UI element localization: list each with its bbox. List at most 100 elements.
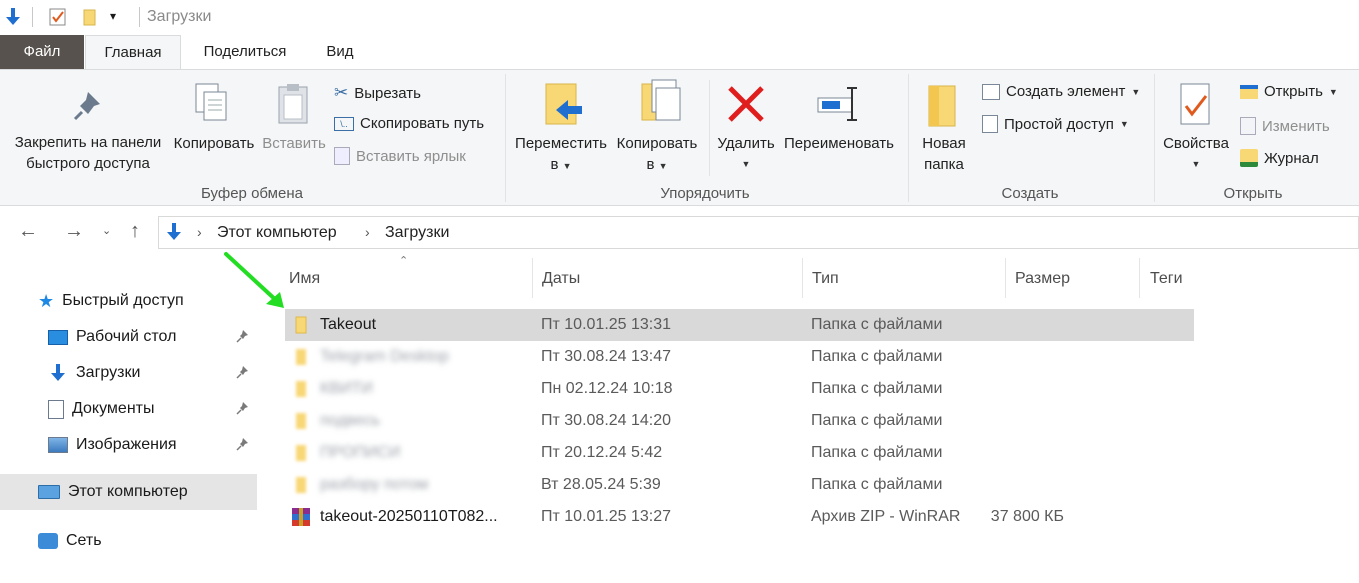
rename-button[interactable]: Переименовать	[780, 133, 898, 154]
cut-label: Вырезать	[354, 84, 421, 102]
nav-pictures[interactable]: Изображения	[48, 427, 258, 463]
edit-label: Изменить	[1262, 117, 1330, 135]
group-organize-label: Упорядочить	[660, 185, 750, 202]
ribbon-divider	[1154, 74, 1155, 202]
breadcrumb-this-pc[interactable]: Этот компьютер	[217, 224, 337, 242]
forward-arrow-icon[interactable]: →	[64, 220, 84, 243]
pin-icon[interactable]	[236, 365, 250, 379]
copy-button[interactable]: Копировать	[168, 133, 260, 154]
nav-desktop-label: Рабочий стол	[76, 328, 177, 345]
ribbon-divider	[908, 74, 909, 202]
back-arrow-icon[interactable]: ←	[18, 220, 38, 243]
new-folder-label-line2: папка	[924, 156, 964, 173]
move-to-label-word: в	[550, 156, 559, 173]
paste-shortcut-button[interactable]: Вставить ярлык	[334, 147, 466, 165]
tab-share[interactable]: Поделиться	[193, 35, 297, 69]
pin-icon[interactable]	[236, 437, 250, 451]
delete-label: Удалить	[717, 135, 775, 152]
column-header-size[interactable]: Размер	[1015, 270, 1070, 288]
nav-documents[interactable]: Документы	[48, 391, 258, 427]
file-name: подвесь	[320, 412, 381, 429]
file-type: Архив ZIP - WinRAR	[811, 508, 961, 525]
folder-icon	[296, 381, 306, 397]
folder-icon	[295, 316, 307, 334]
folder-icon	[296, 349, 306, 365]
properties-icon[interactable]	[48, 7, 68, 27]
chevron-down-icon: ▼	[1328, 86, 1338, 97]
column-header-type[interactable]: Тип	[812, 270, 839, 288]
file-row[interactable]: подвесь Пт 30.08.24 14:20 Папка с файлам…	[285, 405, 1194, 437]
paste-button[interactable]: Вставить	[260, 133, 328, 154]
new-item-icon	[982, 83, 1000, 100]
computer-icon	[38, 485, 60, 499]
pin-icon[interactable]	[236, 401, 250, 415]
properties-button[interactable]: Свойства ▼	[1158, 133, 1234, 175]
breadcrumb-separator-icon[interactable]: ›	[365, 224, 370, 240]
download-arrow-icon[interactable]	[4, 7, 22, 27]
tab-file[interactable]: Файл	[0, 35, 84, 69]
column-header-tags[interactable]: Теги	[1150, 270, 1183, 288]
file-row[interactable]: КВИТИ Пн 02.12.24 10:18 Папка с файлами	[285, 373, 1194, 405]
nav-this-pc[interactable]: Этот компьютер	[0, 474, 257, 510]
breadcrumb-downloads[interactable]: Загрузки	[385, 224, 449, 242]
delete-button[interactable]: Удалить ▼	[714, 133, 778, 175]
copy-to-button[interactable]: Копировать в ▼	[610, 133, 704, 177]
column-divider[interactable]	[1005, 258, 1006, 298]
new-folder-button[interactable]: Новая папка	[912, 133, 976, 175]
delete-x-icon	[728, 86, 764, 122]
column-divider[interactable]	[1139, 258, 1140, 298]
title-bar: ▾ Загрузки	[0, 0, 1359, 35]
chevron-down-icon: ▼	[562, 161, 572, 171]
column-divider[interactable]	[532, 258, 533, 298]
cut-button[interactable]: ✂ Вырезать	[334, 83, 421, 103]
chevron-down-icon: ▼	[1119, 119, 1129, 129]
column-header-name[interactable]: Имя	[289, 270, 320, 288]
tab-view[interactable]: Вид	[314, 35, 366, 69]
downloads-location-icon	[167, 223, 181, 240]
new-item-button[interactable]: Создать элемент ▼	[982, 83, 1140, 100]
breadcrumb-separator-icon[interactable]: ›	[197, 224, 202, 240]
edit-button[interactable]: Изменить	[1240, 117, 1330, 135]
ribbon-home: Закрепить на панели быстрого доступа Коп…	[0, 69, 1359, 206]
file-row[interactable]: ПРОПИСИ Пт 20.12.24 5:42 Папка с файлами	[285, 437, 1194, 469]
nav-quick-access[interactable]: ★ Быстрый доступ	[38, 283, 248, 319]
move-to-button[interactable]: Переместить в ▼	[510, 133, 612, 177]
file-type: Папка с файлами	[811, 476, 943, 493]
up-arrow-icon[interactable]: ↑	[130, 220, 140, 243]
chevron-down-icon: ▼	[1191, 159, 1201, 169]
easy-access-label: Простой доступ	[1004, 115, 1114, 133]
recent-locations-chevron-icon[interactable]: ⌄	[102, 224, 111, 237]
pin-quick-access-button[interactable]: Закрепить на панели быстрого доступа	[6, 132, 170, 174]
chevron-down-icon: ▼	[741, 159, 751, 169]
copy-path-button[interactable]: \.. Скопировать путь	[334, 115, 484, 132]
column-divider[interactable]	[802, 258, 803, 298]
history-button[interactable]: Журнал	[1240, 149, 1319, 167]
easy-access-button[interactable]: Простой доступ ▼	[982, 115, 1129, 133]
open-button[interactable]: Открыть ▼	[1240, 83, 1338, 100]
qa-divider	[32, 7, 33, 27]
pin-icon[interactable]	[236, 329, 250, 343]
nav-network-label: Сеть	[66, 532, 102, 549]
nav-desktop[interactable]: Рабочий стол	[48, 319, 258, 355]
column-header-date[interactable]: Даты	[542, 270, 580, 288]
customize-toolbar-chevron-icon[interactable]: ▾	[110, 9, 116, 23]
pin-label-line2: быстрого доступа	[26, 155, 150, 172]
nav-network[interactable]: Сеть	[38, 523, 248, 559]
file-row[interactable]: Takeout Пт 10.01.25 13:31 Папка с файлам…	[285, 309, 1194, 341]
nav-downloads[interactable]: Загрузки	[48, 355, 258, 391]
file-type: Папка с файлами	[811, 412, 943, 429]
address-bar[interactable]: › Этот компьютер › Загрузки	[158, 216, 1359, 249]
file-name: разбору потом	[320, 476, 429, 493]
properties-label: Свойства	[1163, 135, 1229, 152]
file-row[interactable]: Telegram Desktop Пт 30.08.24 13:47 Папка…	[285, 341, 1194, 373]
file-row[interactable]: takeout-20250110T082... Пт 10.01.25 13:2…	[285, 501, 1194, 533]
folder-icon	[296, 445, 306, 461]
picture-icon	[48, 437, 68, 453]
nav-pictures-label: Изображения	[76, 436, 177, 453]
history-label: Журнал	[1264, 149, 1319, 167]
tab-home[interactable]: Главная	[85, 35, 181, 70]
file-row[interactable]: разбору потом Вт 28.05.24 5:39 Папка с ф…	[285, 469, 1194, 501]
new-folder-icon[interactable]	[82, 7, 98, 27]
copy-to-label-word: в	[646, 156, 655, 173]
desktop-icon	[48, 329, 68, 345]
